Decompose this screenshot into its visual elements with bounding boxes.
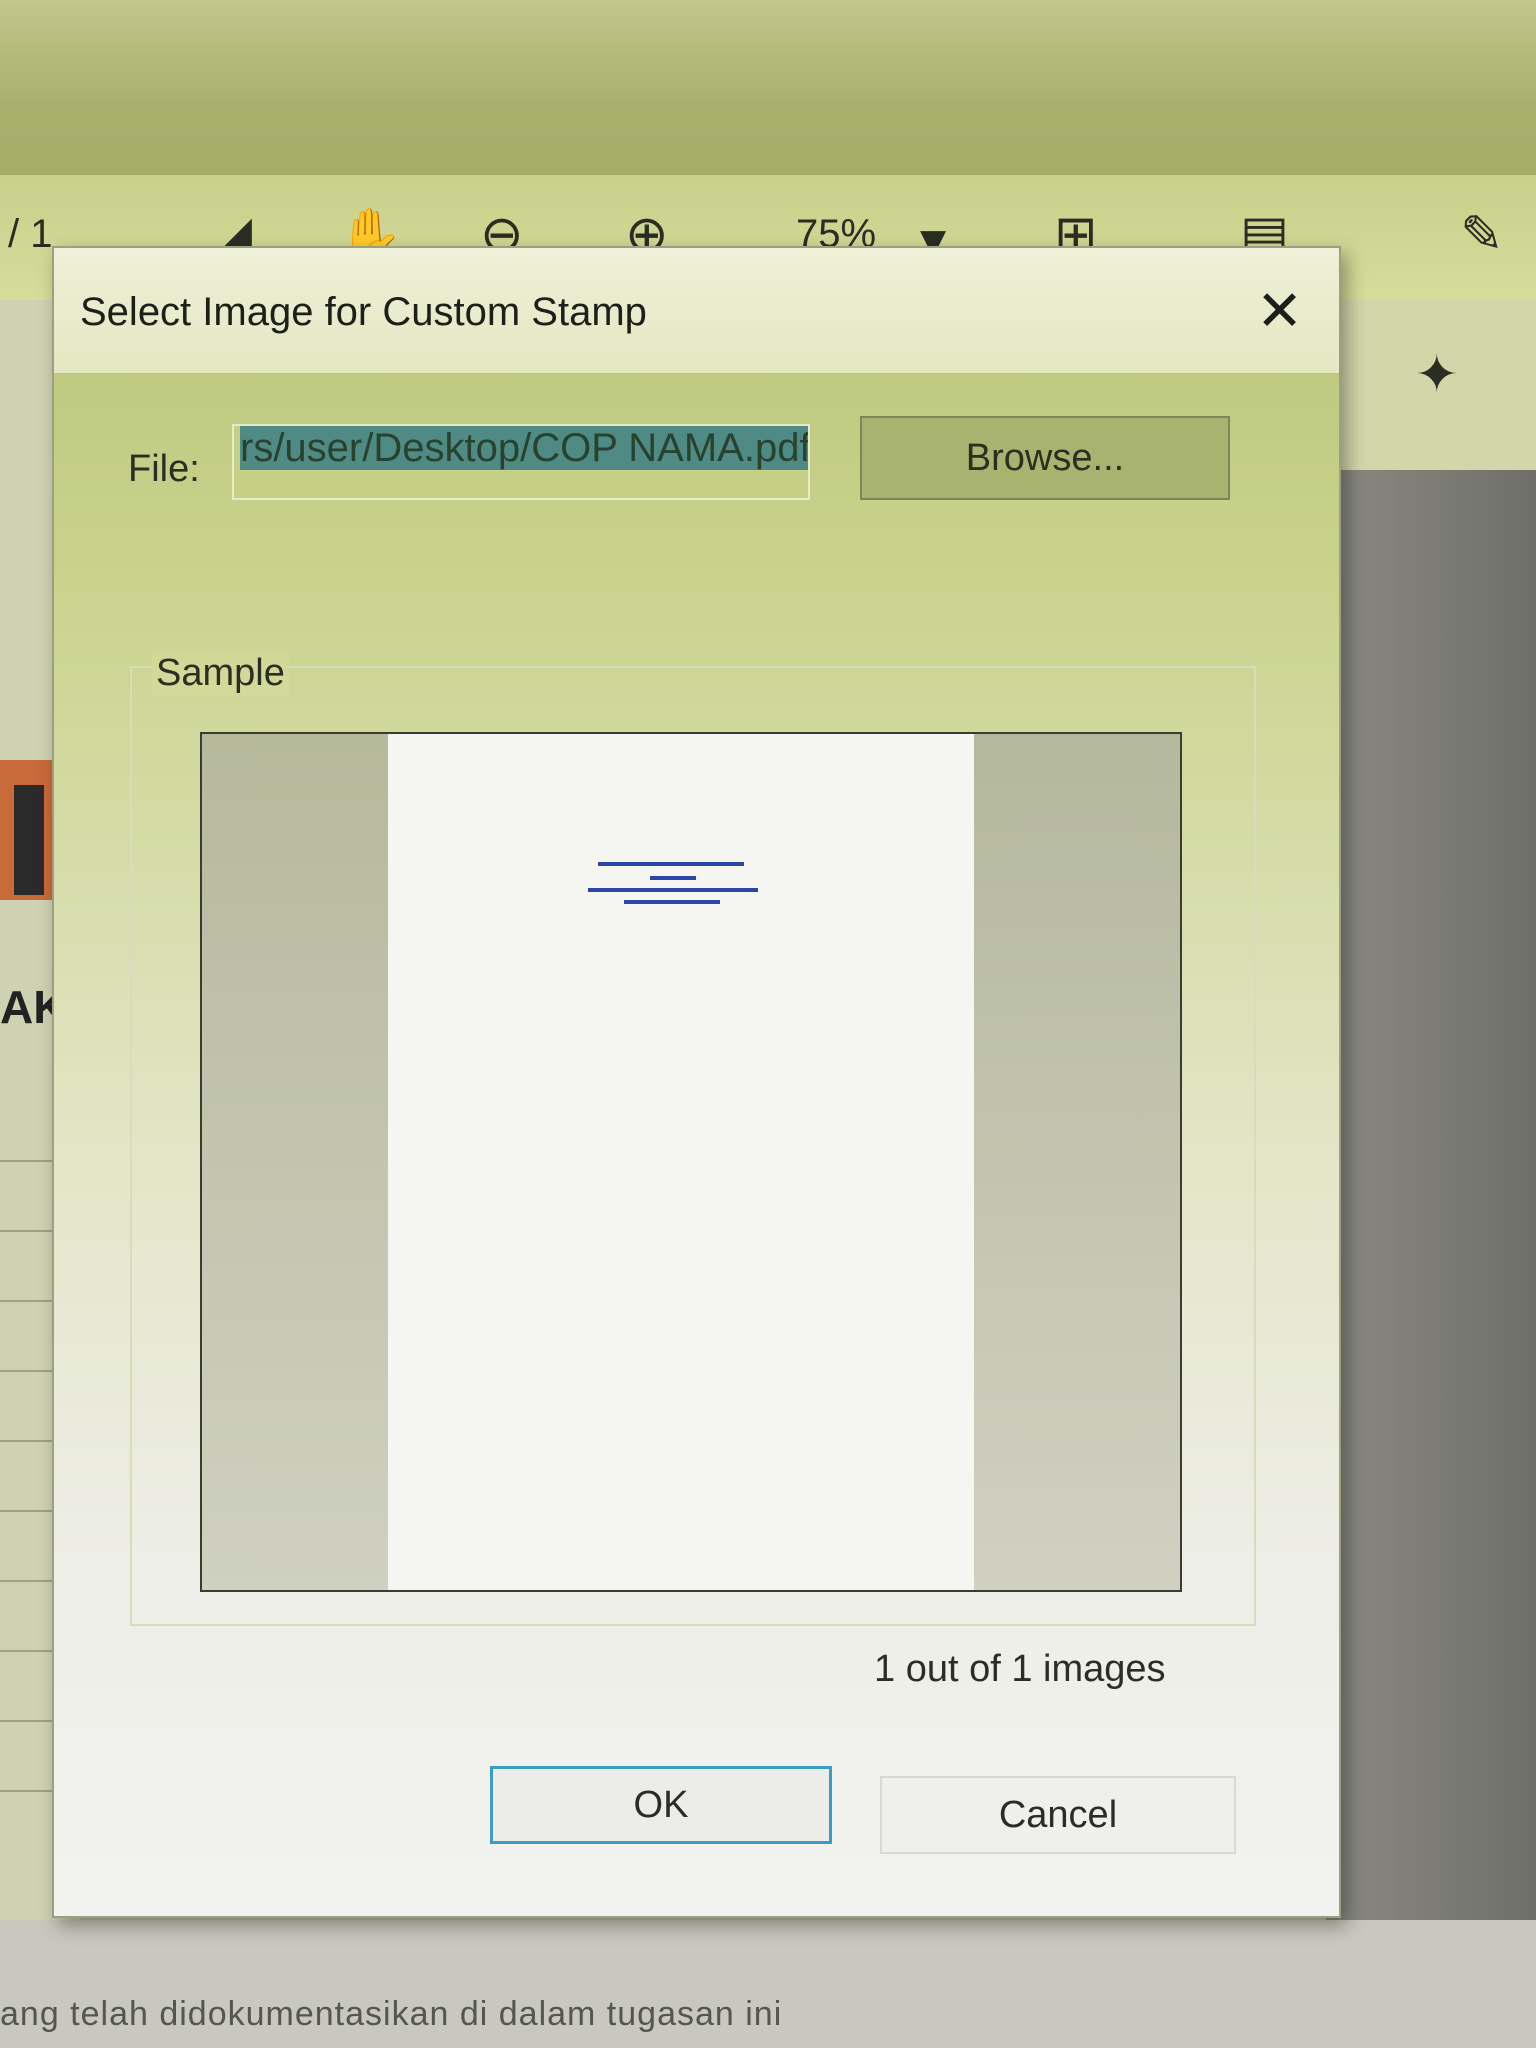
file-path-value: rs/user/Desktop/COP NAMA.pdf <box>240 426 810 470</box>
page-number-fragment: / 1 <box>8 212 53 256</box>
pin-icon[interactable]: ✦ <box>1415 345 1459 405</box>
cancel-button[interactable]: Cancel <box>880 1776 1236 1854</box>
stamp-text-line <box>624 900 720 904</box>
preview-margin-left <box>202 734 388 1590</box>
sample-label: Sample <box>152 652 289 695</box>
ok-button[interactable]: OK <box>490 1766 832 1844</box>
document-logo-mark <box>14 785 44 895</box>
stamp-text-line <box>598 862 744 866</box>
stamp-text-line <box>588 888 758 892</box>
sample-preview <box>200 732 1182 1592</box>
dialog-title: Select Image for Custom Stamp <box>80 290 647 334</box>
app-title-bar <box>0 0 1536 175</box>
stamp-text-line <box>650 876 696 880</box>
preview-page <box>388 734 978 1590</box>
dialog-title-bar[interactable]: Select Image for Custom Stamp ✕ <box>54 248 1339 373</box>
document-background <box>1326 470 1536 1920</box>
custom-stamp-dialog: Select Image for Custom Stamp ✕ File: rs… <box>52 246 1341 1918</box>
document-body-text: ang telah didokumentasikan di dalam tuga… <box>0 1995 783 2033</box>
preview-margin-right <box>974 734 1180 1590</box>
pen-icon[interactable]: ✎ <box>1460 205 1504 265</box>
file-path-input[interactable]: rs/user/Desktop/COP NAMA.pdf <box>232 424 810 500</box>
image-count: 1 out of 1 images <box>874 1648 1166 1690</box>
close-icon[interactable]: ✕ <box>1256 278 1303 344</box>
browse-button[interactable]: Browse... <box>860 416 1230 500</box>
file-label: File: <box>128 448 200 490</box>
